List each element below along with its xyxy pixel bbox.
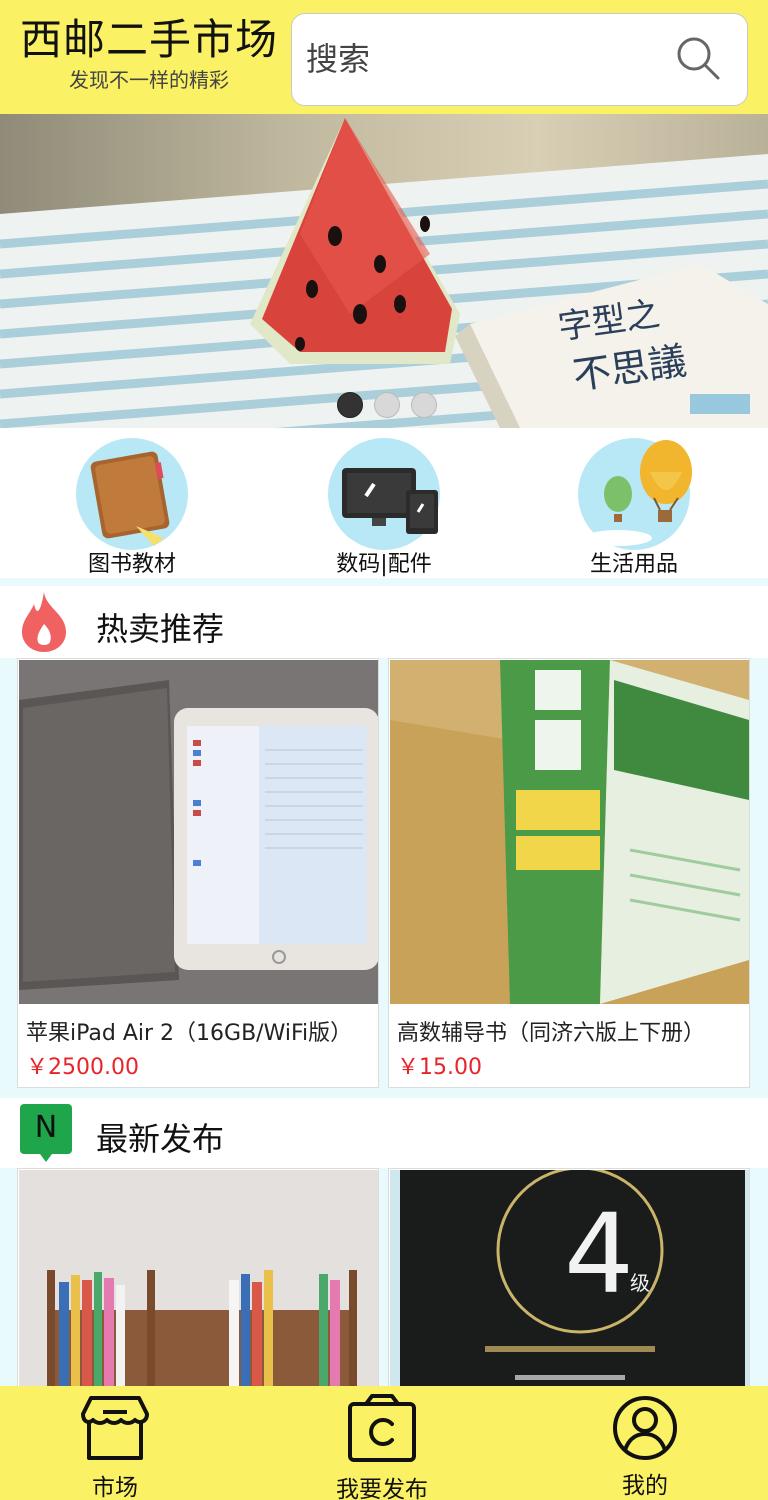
latest-section-header: N 最新发布 xyxy=(0,1098,768,1168)
banner-carousel[interactable]: 字型之 不思議 xyxy=(0,114,768,428)
product-card[interactable] xyxy=(17,1168,379,1400)
svg-text:4: 4 xyxy=(564,1190,634,1318)
bottom-nav: 市场 我要发布 我的 xyxy=(0,1386,768,1500)
product-card[interactable]: 苹果iPad Air 2（16GB/WiFi版） ￥2500.00 xyxy=(17,658,379,1088)
category-digital[interactable]: 数码|配件 xyxy=(294,438,474,577)
brand-title: 西邮二手市场 xyxy=(19,15,278,64)
product-image xyxy=(19,1170,378,1399)
category-living[interactable]: 生活用品 xyxy=(544,438,724,577)
category-bar: 图书教材 数码|配件 生活用品 xyxy=(0,428,768,578)
user-icon xyxy=(613,1396,677,1460)
brand-logo: 西邮二手市场 发现不一样的精彩 xyxy=(18,14,280,92)
nav-mine[interactable]: 我的 xyxy=(545,1386,745,1500)
carousel-dot[interactable] xyxy=(337,392,363,418)
brand-subtitle: 发现不一样的精彩 xyxy=(69,68,229,92)
product-title: 苹果iPad Air 2（16GB/WiFi版） xyxy=(26,1021,353,1046)
category-label: 数码|配件 xyxy=(336,552,432,577)
hot-section-title: 热卖推荐 xyxy=(96,610,225,648)
carousel-indicators xyxy=(337,392,437,418)
product-image xyxy=(390,660,749,1004)
devices-icon xyxy=(328,438,440,550)
product-image xyxy=(19,660,378,1004)
new-badge-letter: N xyxy=(34,1110,58,1145)
nav-mine-label: 我的 xyxy=(622,1473,668,1499)
product-image: 4 级 xyxy=(390,1170,749,1399)
category-label: 图书教材 xyxy=(87,552,176,577)
product-card[interactable]: 高数辅导书（同济六版上下册） ￥15.00 xyxy=(388,658,750,1088)
category-books[interactable]: 图书教材 xyxy=(42,438,222,577)
latest-section-title: 最新发布 xyxy=(96,1120,225,1158)
svg-text:级: 级 xyxy=(630,1271,650,1295)
product-price: ￥2500.00 xyxy=(26,1055,139,1080)
search-input[interactable] xyxy=(306,36,666,82)
camera-icon xyxy=(348,1394,416,1462)
search-icon[interactable] xyxy=(674,34,722,82)
product-title: 高数辅导书（同济六版上下册） xyxy=(397,1021,706,1046)
product-card[interactable]: 4 级 xyxy=(388,1168,750,1400)
nav-publish[interactable]: 我要发布 xyxy=(282,1386,482,1500)
category-label: 生活用品 xyxy=(589,552,678,577)
header: 西邮二手市场 发现不一样的精彩 xyxy=(0,0,768,114)
carousel-dot[interactable] xyxy=(374,392,400,418)
nav-market-label: 市场 xyxy=(92,1475,138,1500)
carousel-dot[interactable] xyxy=(411,392,437,418)
nav-market[interactable]: 市场 xyxy=(15,1386,215,1500)
hot-section-header: 热卖推荐 xyxy=(0,586,768,658)
book-icon xyxy=(76,438,188,550)
balloon-icon xyxy=(578,438,692,550)
store-icon xyxy=(81,1396,149,1460)
nav-publish-label: 我要发布 xyxy=(336,1477,428,1500)
flame-icon xyxy=(22,592,66,652)
banner-image: 字型之 不思議 xyxy=(0,118,768,428)
product-price: ￥15.00 xyxy=(397,1055,482,1080)
